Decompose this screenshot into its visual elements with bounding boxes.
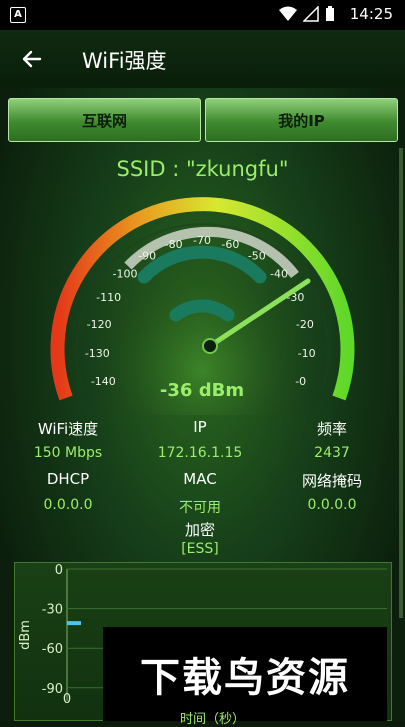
chart-x-axis-title: 时间（秒） bbox=[180, 712, 246, 727]
app-bar: WiFi强度 bbox=[0, 30, 405, 88]
gauge-tick-label: -50 bbox=[248, 249, 266, 262]
chart-x-tick-label: 0 bbox=[63, 692, 71, 707]
status-icons bbox=[279, 6, 335, 22]
frequency-value: 2437 bbox=[314, 445, 350, 461]
wifi-icon bbox=[279, 6, 297, 21]
chart-data-point bbox=[67, 621, 81, 626]
chart-y-tick-label: -60 bbox=[42, 642, 63, 657]
internet-button[interactable]: 互联网 bbox=[8, 98, 201, 142]
chart-y-tick-label: -30 bbox=[42, 603, 63, 618]
gauge-tick-label: -0 bbox=[295, 375, 306, 388]
gauge-pivot bbox=[202, 338, 218, 354]
app-notification-icon: A bbox=[10, 7, 26, 23]
gauge-tick-label: -70 bbox=[193, 234, 211, 247]
encryption-label: 加密 bbox=[184, 521, 215, 539]
gauge-tick-label: -40 bbox=[270, 268, 288, 281]
status-time: 14:25 bbox=[349, 5, 393, 23]
gauge-tick-label: -100 bbox=[113, 268, 138, 281]
chart-y-tick-label: 0 bbox=[55, 563, 63, 578]
wifi-speed-label: WiFi速度 bbox=[37, 420, 99, 438]
gauge-tick-label: -20 bbox=[296, 318, 314, 331]
netmask-value: 0.0.0.0 bbox=[307, 497, 357, 513]
gauge-tick-label: -10 bbox=[298, 347, 316, 360]
watermark: 下载鸟资源 bbox=[103, 627, 387, 721]
netmask-label: 网络掩码 bbox=[301, 472, 362, 490]
scroll-indicator bbox=[399, 148, 403, 618]
encryption-value: [ESS] bbox=[181, 541, 219, 557]
gauge-tick-label: -130 bbox=[85, 347, 110, 360]
ip-value: 172.16.1.15 bbox=[157, 445, 243, 461]
mac-label: MAC bbox=[183, 470, 217, 488]
gauge-tick-label: -140 bbox=[91, 375, 116, 388]
battery-icon bbox=[326, 6, 334, 21]
mac-value: 不可用 bbox=[179, 500, 221, 516]
wifi-speed-value: 150 Mbps bbox=[33, 445, 103, 461]
frequency-label: 频率 bbox=[316, 420, 347, 438]
gauge-tick-label: -90 bbox=[138, 249, 156, 262]
back-arrow-icon[interactable] bbox=[20, 47, 44, 71]
dhcp-label: DHCP bbox=[46, 470, 90, 488]
dhcp-value: 0.0.0.0 bbox=[43, 497, 93, 513]
signal-gauge: -140-130-120-110-100-90-80 -70 -60-50-40-3… bbox=[50, 197, 355, 415]
ip-label: IP bbox=[193, 418, 207, 436]
gauge-tick-label: -110 bbox=[96, 291, 121, 304]
chart-y-tick-label: -90 bbox=[42, 682, 63, 697]
ssid-label: SSID : "zkungfu" bbox=[116, 157, 289, 181]
gauge-tick-label: -120 bbox=[87, 318, 112, 331]
signal-icon bbox=[303, 6, 319, 22]
my-ip-button[interactable]: 我的IP bbox=[205, 98, 398, 142]
gauge-reading: -36 dBm bbox=[160, 380, 244, 401]
page-title: WiFi强度 bbox=[82, 49, 167, 73]
chart-y-axis-title: dBm bbox=[18, 620, 33, 650]
status-bar: A 14:25 bbox=[0, 0, 405, 30]
